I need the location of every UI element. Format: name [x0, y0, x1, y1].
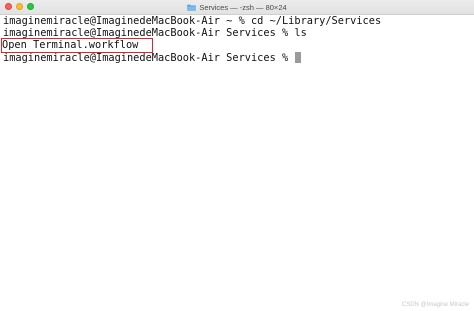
highlighted-output: Open Terminal.workflow — [0, 38, 154, 53]
title-bar[interactable]: Services — -zsh — 80×24 — [0, 0, 474, 15]
watermark: CSDN @Imagine Miracle — [401, 302, 469, 308]
text-cursor — [295, 51, 302, 63]
folder-icon — [187, 4, 197, 11]
terminal-output-line: Open Terminal.workflow — [0, 38, 474, 53]
terminal-content[interactable]: imaginemiracle@ImaginedeMacBook-Air ~ % … — [0, 15, 474, 311]
window-title-container: Services — -zsh — 80×24 — [0, 0, 474, 14]
terminal-prompt-line: imaginemiracle@ImaginedeMacBook-Air Serv… — [3, 51, 474, 64]
terminal-line: imaginemiracle@ImaginedeMacBook-Air ~ % … — [3, 15, 382, 27]
terminal-prompt: imaginemiracle@ImaginedeMacBook-Air Serv… — [3, 51, 295, 64]
terminal-window: Services — -zsh — 80×24 imaginemiracle@I… — [0, 0, 474, 311]
terminal-line: imaginemiracle@ImaginedeMacBook-Air Serv… — [3, 27, 307, 40]
window-title: Services — -zsh — 80×24 — [199, 2, 287, 12]
